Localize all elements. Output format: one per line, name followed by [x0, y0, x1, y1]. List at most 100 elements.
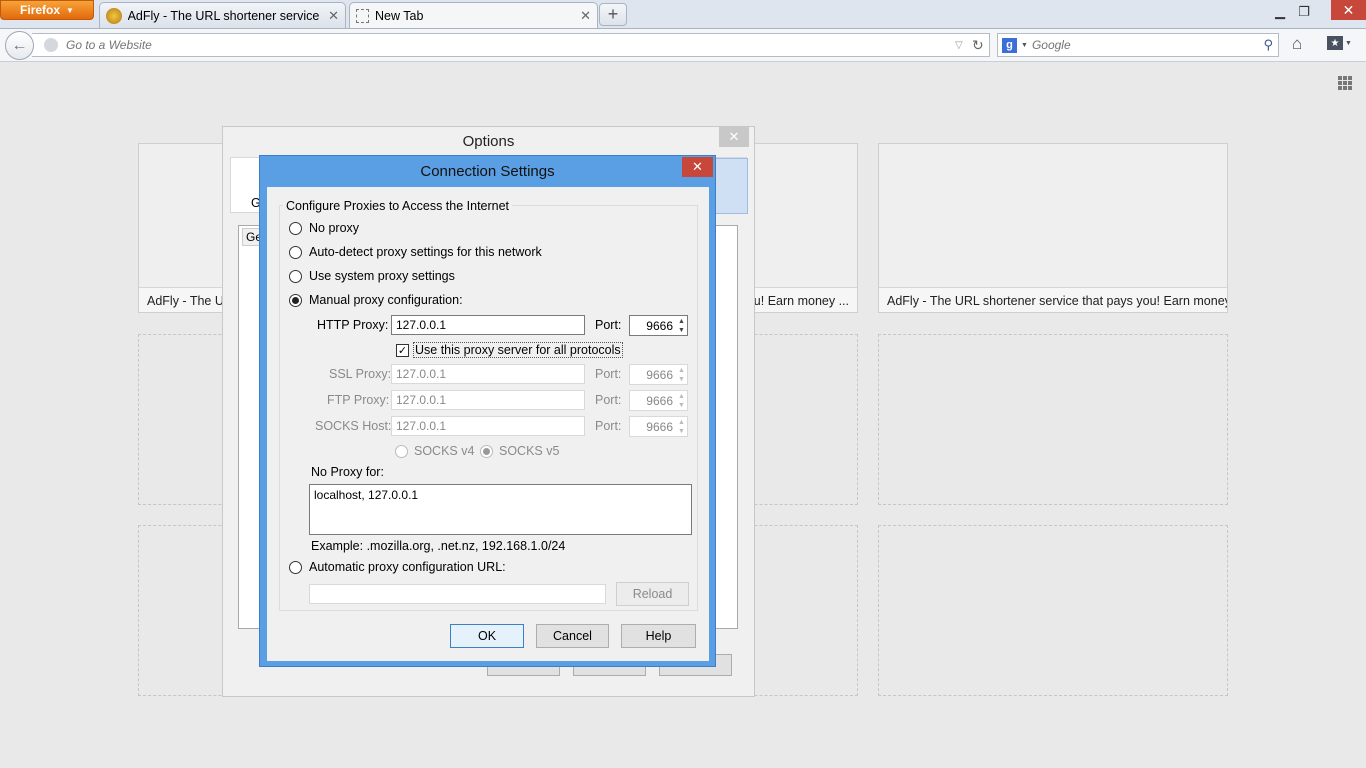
http-port-stepper[interactable]: 9666 ▲ ▼	[629, 315, 688, 336]
restore-button[interactable]: ❐	[1291, 3, 1317, 21]
close-icon: ✕	[692, 159, 703, 174]
firefox-menu-label: Firefox	[20, 3, 61, 17]
minimize-button[interactable]: ▁	[1267, 3, 1293, 21]
socks-host-label: SOCKS Host:	[315, 419, 392, 433]
globe-icon	[44, 38, 58, 52]
connection-settings-dialog: Connection Settings ✕ Configure Proxies …	[259, 155, 716, 667]
no-proxy-for-textarea[interactable]: localhost, 127.0.0.1	[309, 484, 692, 535]
spin-up-icon[interactable]: ▲	[677, 392, 686, 401]
tab-new-tab[interactable]: New Tab ✕	[349, 2, 598, 28]
ftp-port-stepper[interactable]: 9666 ▲ ▼	[629, 390, 688, 411]
radio-socks-v4[interactable]	[395, 445, 408, 458]
search-bar[interactable]: g ▼ ⚲	[997, 33, 1279, 57]
no-proxy-for-label: No Proxy for:	[311, 465, 384, 479]
spin-up-icon[interactable]: ▲	[677, 418, 686, 427]
radio-system-proxy-label[interactable]: Use system proxy settings	[309, 269, 455, 283]
back-button[interactable]: ←	[5, 31, 34, 60]
ssl-port-value: 9666	[646, 368, 673, 382]
page-icon	[356, 8, 369, 23]
bookmark-star-icon: ★	[1327, 36, 1343, 50]
cancel-button-label: Cancel	[553, 629, 592, 643]
radio-manual-proxy[interactable]	[289, 294, 302, 307]
http-proxy-input[interactable]	[391, 315, 585, 335]
use-all-protocols-label[interactable]: Use this proxy server for all protocols	[413, 342, 623, 358]
spin-up-icon[interactable]: ▲	[677, 366, 686, 375]
spin-down-icon[interactable]: ▼	[677, 427, 686, 436]
google-engine-icon[interactable]: g	[1002, 37, 1017, 53]
home-button[interactable]: ⌂	[1292, 34, 1302, 54]
bookmarks-button[interactable]: ★ ▼	[1327, 36, 1352, 50]
search-input[interactable]	[1031, 38, 1242, 52]
reload-button[interactable]: Reload	[616, 582, 689, 606]
radio-socks-v4-label[interactable]: SOCKS v4	[414, 444, 474, 458]
radio-no-proxy-label[interactable]: No proxy	[309, 221, 359, 235]
close-icon: ✕	[1342, 1, 1355, 18]
dropdown-arrow-icon[interactable]: ▽	[955, 40, 963, 51]
radio-manual-proxy-label[interactable]: Manual proxy configuration:	[309, 293, 463, 307]
dialog-title: Connection Settings	[420, 163, 555, 180]
ok-button[interactable]: OK	[450, 624, 524, 648]
firefox-menu-button[interactable]: Firefox ▼	[0, 0, 94, 20]
site-thumbnail[interactable]: AdFly - The URL shortener service that p…	[878, 143, 1228, 313]
tab-label: New Tab	[375, 8, 424, 23]
ftp-port-label: Port:	[595, 393, 622, 407]
minimize-icon: ▁	[1275, 4, 1285, 19]
options-title: Options	[462, 133, 515, 150]
groupbox-label: Configure Proxies to Access the Internet	[283, 199, 513, 213]
tab-adfly[interactable]: AdFly - The URL shortener service tha...…	[99, 2, 346, 28]
ssl-port-stepper[interactable]: 9666 ▲ ▼	[629, 364, 688, 385]
http-proxy-label: HTTP Proxy:	[317, 318, 389, 332]
socks-port-label: Port:	[595, 419, 622, 433]
plus-icon: +	[607, 4, 619, 24]
ssl-port-label: Port:	[595, 367, 622, 381]
dialog-close-button[interactable]: ✕	[682, 157, 713, 177]
http-port-value: 9666	[646, 319, 673, 333]
ssl-proxy-input[interactable]	[391, 364, 585, 384]
cancel-button[interactable]: Cancel	[536, 624, 609, 648]
use-all-protocols-checkbox[interactable]: ✓	[396, 344, 409, 357]
chevron-down-icon: ▼	[66, 5, 74, 15]
socks-port-value: 9666	[646, 420, 673, 434]
socks-host-input[interactable]	[391, 416, 585, 436]
url-bar[interactable]: ▽ ↻	[32, 33, 990, 57]
spin-up-icon[interactable]: ▲	[677, 317, 686, 326]
new-tab-button[interactable]: +	[599, 3, 627, 26]
spin-down-icon[interactable]: ▼	[677, 401, 686, 410]
close-icon: ✕	[728, 129, 740, 144]
no-proxy-example-text: Example: .mozilla.org, .net.nz, 192.168.…	[311, 539, 566, 553]
spin-down-icon[interactable]: ▼	[677, 326, 686, 335]
ftp-proxy-input[interactable]	[391, 390, 585, 410]
options-close-button[interactable]: ✕	[719, 127, 749, 147]
radio-no-proxy[interactable]	[289, 222, 302, 235]
auto-config-url-input[interactable]	[309, 584, 606, 604]
spin-down-icon[interactable]: ▼	[677, 375, 686, 384]
home-icon: ⌂	[1292, 34, 1303, 53]
http-port-label: Port:	[595, 318, 622, 332]
url-input[interactable]	[66, 38, 866, 52]
radio-system-proxy[interactable]	[289, 270, 302, 283]
checkmark-icon: ✓	[397, 345, 408, 357]
search-icon[interactable]: ⚲	[1263, 37, 1273, 53]
grid-toggle-icon[interactable]	[1338, 76, 1352, 90]
ftp-proxy-label: FTP Proxy:	[327, 393, 390, 407]
reload-icon[interactable]: ↻	[972, 37, 984, 54]
radio-auto-config-url-label[interactable]: Automatic proxy configuration URL:	[309, 560, 506, 574]
close-tab-icon[interactable]: ✕	[328, 8, 339, 24]
reload-button-label: Reload	[632, 587, 673, 601]
window-close-button[interactable]: ✕	[1331, 0, 1366, 20]
help-button[interactable]: Help	[621, 624, 696, 648]
radio-auto-config-url[interactable]	[289, 561, 302, 574]
tab-label: AdFly - The URL shortener service tha...	[127, 8, 323, 23]
radio-socks-v5[interactable]	[480, 445, 493, 458]
close-tab-icon[interactable]: ✕	[580, 8, 591, 24]
empty-thumbnail-slot	[878, 525, 1228, 696]
ok-button-label: OK	[477, 629, 497, 643]
radio-auto-detect-label[interactable]: Auto-detect proxy settings for this netw…	[309, 245, 542, 259]
socks-port-stepper[interactable]: 9666 ▲ ▼	[629, 416, 688, 437]
dialog-body: Configure Proxies to Access the Internet…	[267, 187, 709, 661]
chevron-down-icon[interactable]: ▼	[1021, 42, 1028, 49]
radio-socks-v5-label[interactable]: SOCKS v5	[499, 444, 559, 458]
help-button-label: Help	[645, 629, 672, 643]
radio-auto-detect[interactable]	[289, 246, 302, 259]
empty-thumbnail-slot	[878, 334, 1228, 505]
